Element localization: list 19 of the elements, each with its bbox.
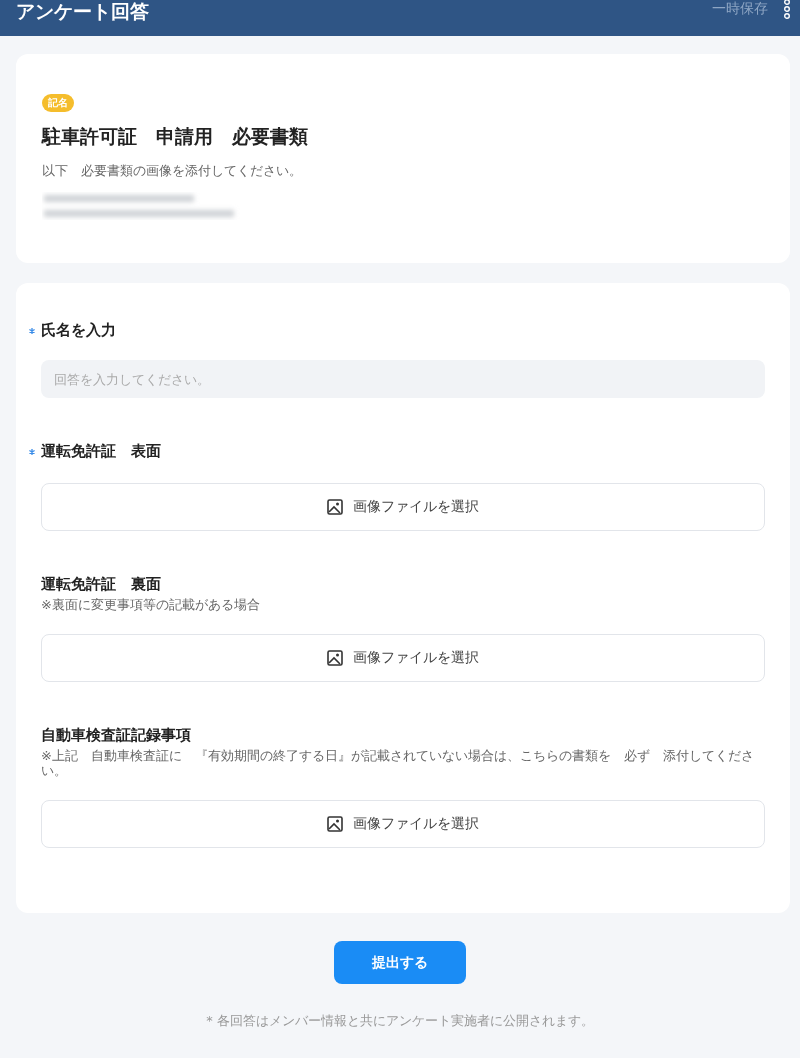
question-label: 氏名を入力 [41,321,116,340]
badge: 記名 [42,94,74,112]
question-label: 自動車検査証記録事項 [41,726,191,746]
image-icon [327,499,343,515]
question-note: ※上記 自動車検査証に 『有効期間の終了する日』が記載されていない場合は、こちらの書類を 必ず 添付してください。 [41,749,755,778]
image-select-button[interactable]: 画像ファイルを選択 [41,634,765,683]
question-label: 運転免許証 表面 [41,442,161,461]
question-label: 運転免許証 裏面 [41,575,161,594]
survey-title: 駐車許可証 申請用 必要書類 [42,124,309,149]
answer-field[interactable]: 回答を入力してください。 [41,360,765,398]
image-icon [327,815,343,832]
survey-description: 以下 必要書類の画像を添付してください。 [42,162,303,180]
page-title: アンケート回答 [16,0,150,24]
footer-note: * 各回答はメンバー情報と共にアンケート実施者に公開されます。 [206,1012,594,1030]
image-select-button[interactable]: 画像ファイルを選択 [41,799,765,848]
image-icon [327,650,343,667]
more-icon[interactable] [784,0,790,19]
image-select-button[interactable]: 画像ファイルを選択 [41,483,765,531]
question-note: ※裏面に変更事項等の記載がある場合 [41,598,261,613]
